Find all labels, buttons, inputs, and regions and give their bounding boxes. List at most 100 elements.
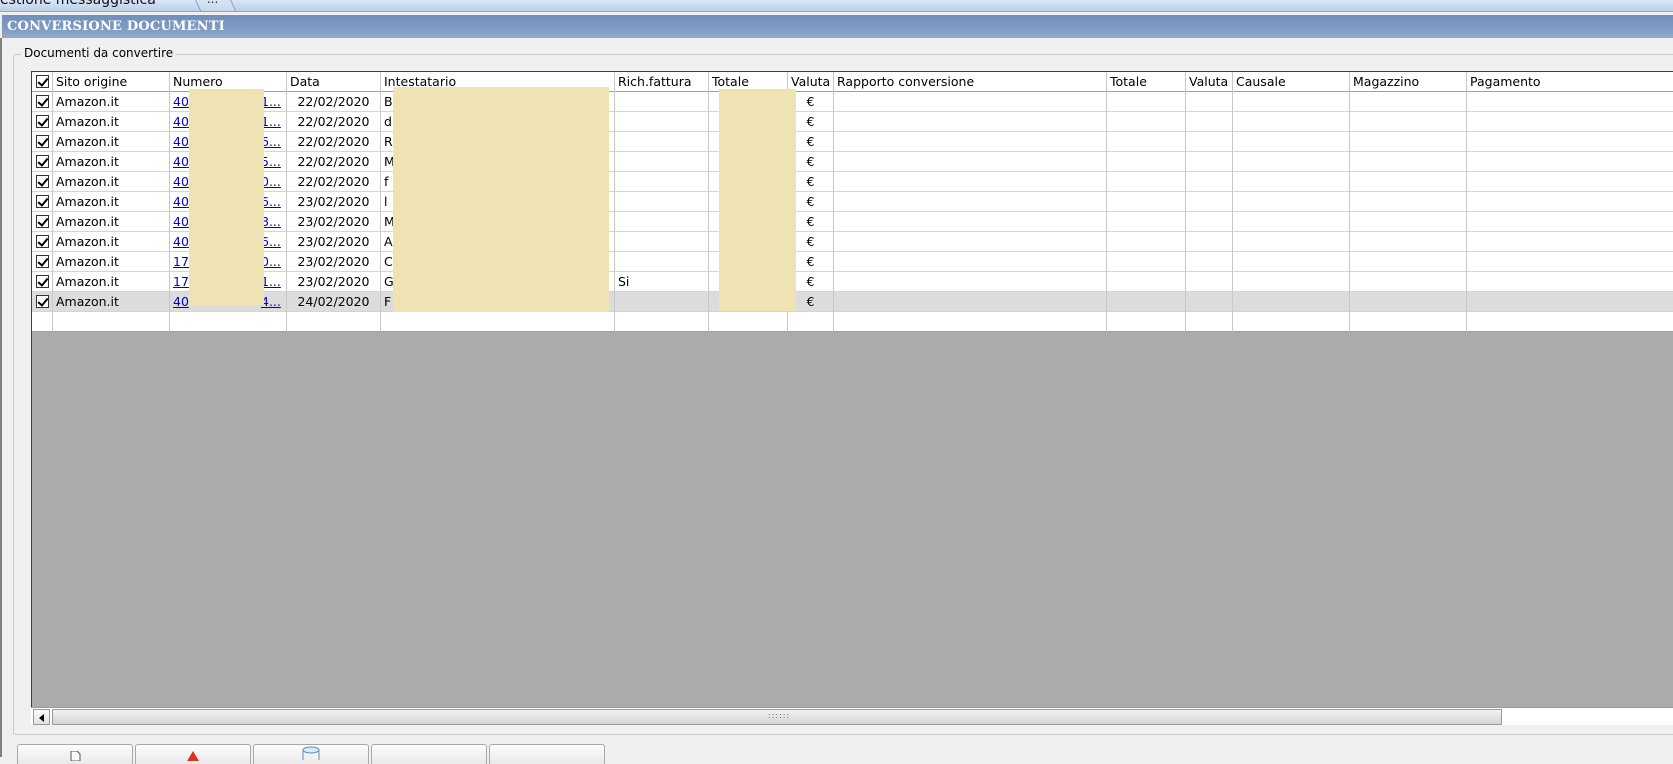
row-select-cell[interactable] xyxy=(32,132,53,152)
column-header[interactable]: Sito origine xyxy=(53,72,170,92)
table-row[interactable]: Amazon.it 40 4... 24/02/2020 F € xyxy=(32,292,1673,312)
checkbox-checked-icon[interactable] xyxy=(36,175,49,188)
numero-link-start[interactable]: 17 xyxy=(173,254,189,269)
data-cell: 23/02/2020 xyxy=(287,232,381,252)
redacted-area xyxy=(393,87,609,312)
empty-cell xyxy=(834,92,1107,112)
numero-link-start[interactable]: 40 xyxy=(173,154,189,169)
column-header[interactable]: Rich.fattura xyxy=(615,72,709,92)
new-row[interactable] xyxy=(32,312,1673,332)
empty-cell xyxy=(1467,252,1673,272)
rich-fattura-cell xyxy=(615,152,709,172)
sito-origine-cell: Amazon.it xyxy=(53,192,170,212)
checkbox-checked-icon[interactable] xyxy=(36,115,49,128)
column-header[interactable]: Pagamento xyxy=(1467,72,1673,92)
scroll-thumb[interactable] xyxy=(52,709,1502,725)
row-select-cell[interactable] xyxy=(32,172,53,192)
empty-cell xyxy=(1107,192,1186,212)
row-select-cell[interactable] xyxy=(32,152,53,172)
empty-cell xyxy=(834,132,1107,152)
checkbox-checked-icon[interactable] xyxy=(36,215,49,228)
numero-link-start[interactable]: 40 xyxy=(173,234,189,249)
table-row[interactable]: Amazon.it 40 1... 22/02/2020 d € xyxy=(32,112,1673,132)
header-select-all[interactable] xyxy=(32,72,53,92)
documents-grid[interactable]: Sito origine Numero Data Intestatario Rich.f… xyxy=(31,71,1673,725)
tab-gestione-messaggistica[interactable]: estione messaggistica xyxy=(0,0,166,11)
table-row[interactable]: Amazon.it 40 6... 22/02/2020 R € xyxy=(32,132,1673,152)
row-select-cell[interactable] xyxy=(32,252,53,272)
rich-fattura-cell xyxy=(615,212,709,232)
row-select-cell[interactable] xyxy=(32,232,53,252)
empty-cell xyxy=(788,312,834,332)
checkbox-checked-icon[interactable] xyxy=(36,155,49,168)
rich-fattura-cell xyxy=(615,192,709,212)
redacted-area xyxy=(189,89,264,305)
empty-cell xyxy=(1467,232,1673,252)
column-header[interactable]: Data xyxy=(287,72,381,92)
tab-overflow[interactable]: ... xyxy=(191,0,237,11)
numero-link-start[interactable]: 40 xyxy=(173,94,189,109)
numero-link-start[interactable]: 40 xyxy=(173,114,189,129)
table-row[interactable]: Amazon.it 40 1... 22/02/2020 B € xyxy=(32,92,1673,112)
toolbar-button-4[interactable] xyxy=(371,744,487,764)
column-header[interactable]: Rapporto conversione xyxy=(834,72,1107,92)
table-row[interactable]: Amazon.it 40 0... 22/02/2020 f € xyxy=(32,172,1673,192)
empty-cell xyxy=(1107,232,1186,252)
checkbox-checked-icon[interactable] xyxy=(36,295,49,308)
rich-fattura-cell xyxy=(615,92,709,112)
numero-link-start[interactable]: 40 xyxy=(173,174,189,189)
column-header[interactable]: Totale xyxy=(1107,72,1186,92)
row-select-cell[interactable] xyxy=(32,272,53,292)
column-header[interactable]: Valuta xyxy=(1186,72,1233,92)
toolbar-button-document[interactable] xyxy=(17,744,133,764)
empty-cell xyxy=(1233,132,1350,152)
toolbar-button-database[interactable] xyxy=(253,744,369,764)
data-cell: 23/02/2020 xyxy=(287,272,381,292)
row-select-cell[interactable] xyxy=(32,212,53,232)
toolbar-button-warning[interactable] xyxy=(135,744,251,764)
empty-cell xyxy=(1186,92,1233,112)
table-row[interactable]: Amazon.it 40 6... 23/02/2020 l € xyxy=(32,192,1673,212)
table-row[interactable]: Amazon.it 17 0... 23/02/2020 C € xyxy=(32,252,1673,272)
horizontal-scrollbar[interactable] xyxy=(31,707,1673,725)
empty-cell xyxy=(170,312,287,332)
toolbar-button-5[interactable] xyxy=(489,744,605,764)
numero-link-start[interactable]: 40 xyxy=(173,214,189,229)
checkbox-checked-icon[interactable] xyxy=(36,75,49,88)
numero-link-start[interactable]: 40 xyxy=(173,294,189,309)
empty-cell xyxy=(1350,272,1467,292)
empty-cell xyxy=(1467,292,1673,312)
empty-cell xyxy=(1350,212,1467,232)
row-select-cell[interactable] xyxy=(32,292,53,312)
empty-cell xyxy=(1186,292,1233,312)
empty-cell xyxy=(1233,112,1350,132)
row-select-cell[interactable] xyxy=(32,92,53,112)
table-row[interactable]: Amazon.it 40 8... 23/02/2020 M € xyxy=(32,212,1673,232)
checkbox-checked-icon[interactable] xyxy=(36,275,49,288)
numero-link-start[interactable]: 40 xyxy=(173,194,189,209)
empty-cell xyxy=(1467,152,1673,172)
row-select-cell[interactable] xyxy=(32,192,53,212)
column-header[interactable]: Magazzino xyxy=(1350,72,1467,92)
empty-cell xyxy=(1350,192,1467,212)
table-row[interactable]: Amazon.it 40 5... 22/02/2020 M € xyxy=(32,152,1673,172)
checkbox-checked-icon[interactable] xyxy=(36,235,49,248)
empty-cell xyxy=(1233,252,1350,272)
column-header[interactable]: Causale xyxy=(1233,72,1350,92)
checkbox-checked-icon[interactable] xyxy=(36,95,49,108)
numero-link-start[interactable]: 17 xyxy=(173,274,189,289)
empty-cell xyxy=(1467,192,1673,212)
numero-link-start[interactable]: 40 xyxy=(173,134,189,149)
empty-cell xyxy=(1467,112,1673,132)
scroll-left-arrow-icon[interactable] xyxy=(33,709,50,725)
checkbox-checked-icon[interactable] xyxy=(36,255,49,268)
checkbox-checked-icon[interactable] xyxy=(36,195,49,208)
checkbox-checked-icon[interactable] xyxy=(36,135,49,148)
empty-cell xyxy=(1107,132,1186,152)
empty-cell xyxy=(1107,312,1186,332)
table-row[interactable]: Amazon.it 40 6... 23/02/2020 A € xyxy=(32,232,1673,252)
row-select-cell[interactable] xyxy=(32,112,53,132)
empty-cell xyxy=(1107,212,1186,232)
table-row[interactable]: Amazon.it 17 1... 23/02/2020 G Si € xyxy=(32,272,1673,292)
sito-origine-cell: Amazon.it xyxy=(53,272,170,292)
